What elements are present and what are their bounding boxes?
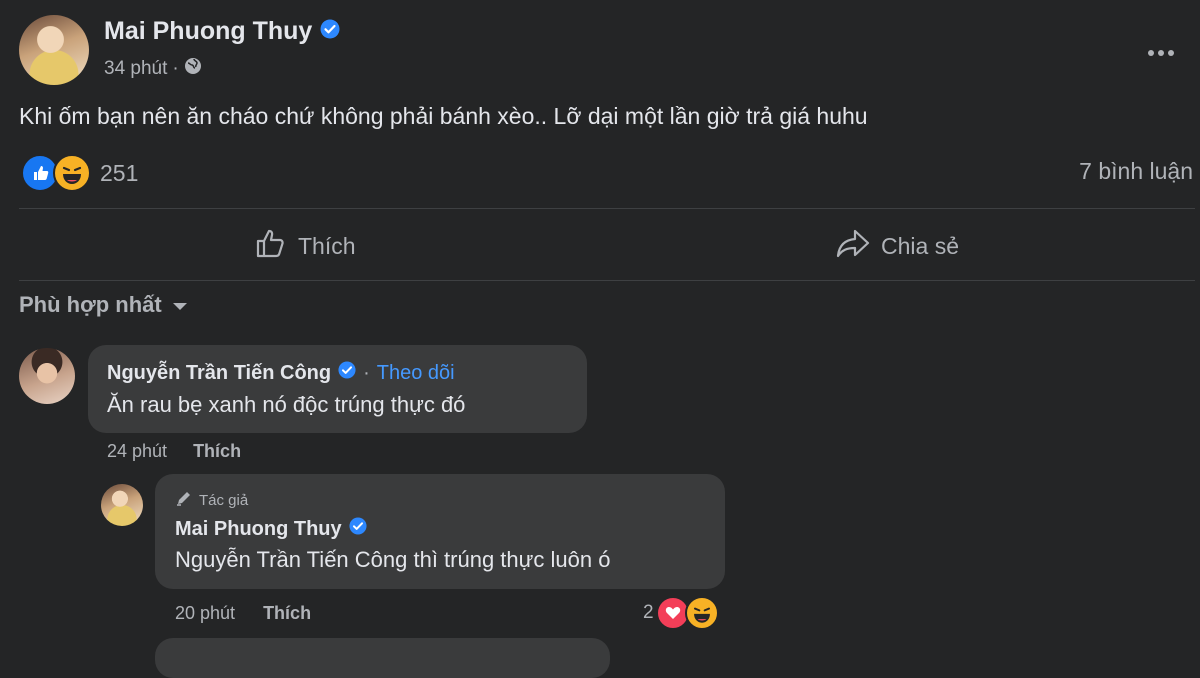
reply-reactions[interactable]: 2 bbox=[643, 596, 719, 630]
comment-author[interactable]: Nguyễn Trần Tiến Công bbox=[107, 362, 331, 385]
share-icon bbox=[835, 226, 871, 266]
reply-header: Mai Phuong Thuy bbox=[175, 517, 367, 541]
post-meta: 34 phút · bbox=[104, 57, 202, 81]
post-time[interactable]: 34 phút bbox=[104, 58, 167, 80]
thumb-up-icon bbox=[254, 226, 288, 266]
more-icon[interactable] bbox=[1146, 43, 1176, 61]
comment-avatar[interactable] bbox=[19, 348, 75, 404]
comment-count[interactable]: 7 bình luận bbox=[1079, 158, 1193, 185]
reaction-count[interactable]: 251 bbox=[100, 160, 138, 187]
reply-author[interactable]: Mai Phuong Thuy bbox=[175, 518, 342, 541]
reactions-summary[interactable]: 251 bbox=[21, 154, 138, 192]
post-divider-bottom bbox=[19, 280, 1195, 281]
comment-separator: · bbox=[363, 361, 370, 384]
chevron-down-icon bbox=[172, 292, 188, 318]
like-button[interactable]: Thích bbox=[254, 226, 356, 266]
share-label: Chia sẻ bbox=[881, 232, 959, 259]
comment-like-button[interactable]: Thích bbox=[193, 441, 241, 462]
meta-separator: · bbox=[172, 58, 179, 79]
comment-actions: 24 phút Thích bbox=[107, 441, 241, 462]
next-reply-bubble bbox=[155, 638, 610, 678]
share-button[interactable]: Chia sẻ bbox=[835, 226, 959, 266]
verified-icon bbox=[338, 361, 356, 385]
verified-icon bbox=[349, 517, 367, 541]
sort-label: Phù hợp nhất bbox=[19, 292, 162, 317]
reply-reaction-count: 2 bbox=[643, 602, 654, 623]
comment-time[interactable]: 24 phút bbox=[107, 441, 167, 462]
reply-time[interactable]: 20 phút bbox=[175, 603, 235, 624]
post-text: Khi ốm bạn nên ăn cháo chứ không phải bá… bbox=[19, 103, 868, 129]
comment-bubble bbox=[88, 345, 587, 433]
like-label: Thích bbox=[298, 232, 356, 259]
reply-avatar[interactable] bbox=[101, 484, 143, 526]
reply-text: Nguyễn Trần Tiến Công thì trúng thực luô… bbox=[175, 547, 611, 572]
comment-text: Ăn rau bẹ xanh nó độc trúng thực đó bbox=[107, 392, 466, 417]
verified-icon bbox=[320, 19, 340, 44]
haha-reaction-icon bbox=[684, 596, 719, 630]
post-divider-top bbox=[19, 208, 1195, 209]
haha-reaction-icon bbox=[53, 154, 91, 192]
post-author-row: Mai Phuong Thuy bbox=[104, 17, 340, 46]
author-badge: Tác giả bbox=[175, 489, 248, 511]
comment-header: Nguyễn Trần Tiến Công · Theo dõi bbox=[107, 361, 455, 385]
reply-like-button[interactable]: Thích bbox=[263, 603, 311, 624]
comment-sort-dropdown[interactable]: Phù hợp nhất bbox=[19, 292, 188, 318]
post-author-name[interactable]: Mai Phuong Thuy bbox=[104, 17, 312, 46]
pencil-icon bbox=[175, 489, 193, 511]
post-author-avatar[interactable] bbox=[19, 15, 89, 85]
globe-icon bbox=[184, 57, 202, 81]
reply-actions: 20 phút Thích bbox=[175, 603, 311, 624]
author-badge-label: Tác giả bbox=[199, 491, 249, 509]
follow-link[interactable]: Theo dõi bbox=[377, 362, 455, 385]
